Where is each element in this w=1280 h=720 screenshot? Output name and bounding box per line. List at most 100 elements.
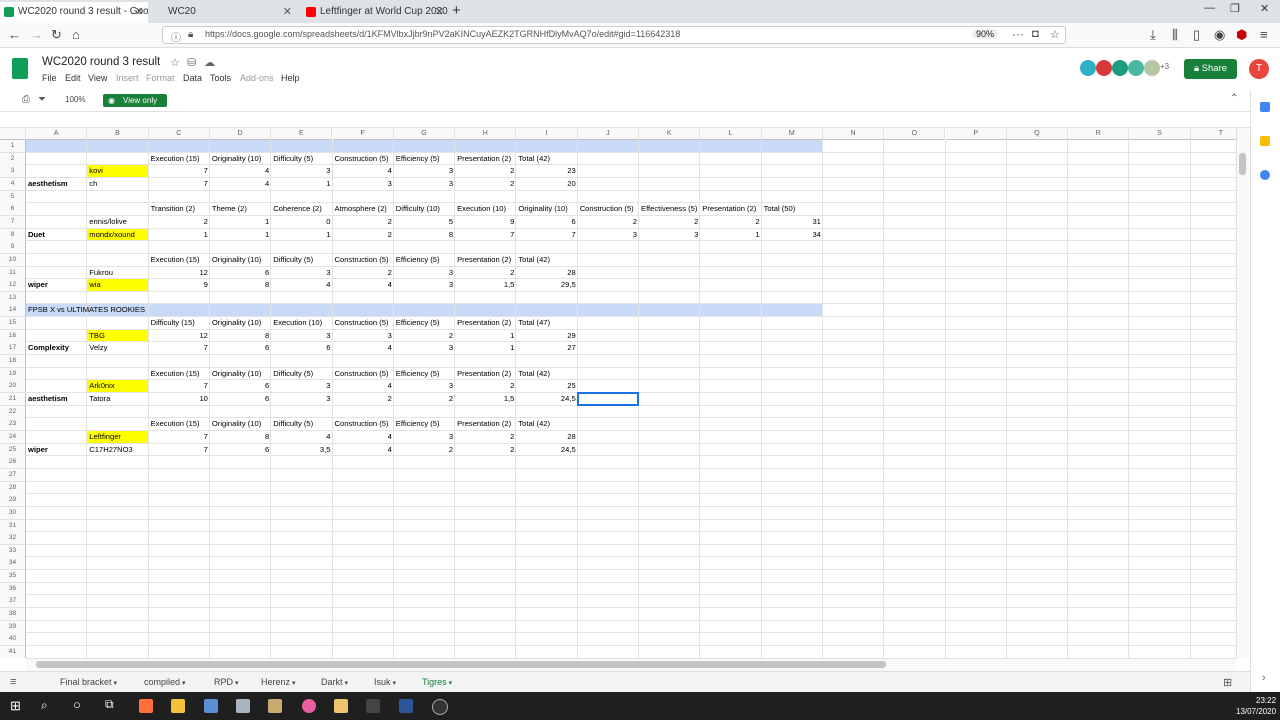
- cell-F12[interactable]: 4: [333, 279, 394, 291]
- cell-E12[interactable]: 4: [271, 279, 332, 291]
- cell-I25[interactable]: 24,5: [516, 444, 577, 456]
- cell-B8[interactable]: mondx/xound: [87, 229, 148, 241]
- row-header[interactable]: 4: [0, 177, 26, 191]
- cell-L6[interactable]: Presentation (2): [700, 203, 761, 215]
- row-header[interactable]: 32: [0, 532, 26, 546]
- sheets-logo-icon[interactable]: [12, 58, 28, 79]
- reload-icon[interactable]: ↻: [51, 27, 62, 43]
- cell-D20[interactable]: 6: [210, 380, 271, 392]
- select-all-corner[interactable]: [0, 128, 26, 140]
- cell-C8[interactable]: 1: [149, 229, 210, 241]
- scroll-thumb[interactable]: [36, 661, 886, 668]
- cell-G23[interactable]: Efficiency (5): [394, 418, 455, 430]
- cell-G12[interactable]: 3: [394, 279, 455, 291]
- row-header[interactable]: 38: [0, 608, 26, 622]
- menu-file[interactable]: File: [42, 73, 57, 83]
- cell-I19[interactable]: Total (42): [516, 368, 577, 380]
- vertical-scrollbar[interactable]: [1236, 128, 1249, 658]
- avatar[interactable]: [1112, 60, 1128, 76]
- cell-F24[interactable]: 4: [333, 431, 394, 443]
- row-header[interactable]: 23: [0, 418, 26, 432]
- cell-J6[interactable]: Construction (5): [578, 203, 639, 215]
- row-header[interactable]: 9: [0, 241, 26, 255]
- cell-G24[interactable]: 3: [394, 431, 455, 443]
- cell-F2[interactable]: Construction (5): [333, 153, 394, 165]
- cell-H17[interactable]: 1: [455, 342, 516, 354]
- zoom-level[interactable]: 90%: [972, 29, 999, 39]
- download-icon[interactable]: ⤓: [1150, 27, 1156, 43]
- row-header[interactable]: 37: [0, 595, 26, 609]
- row-header[interactable]: 10: [0, 253, 26, 267]
- cell-D4[interactable]: 4: [210, 178, 271, 190]
- cell-G10[interactable]: Efficiency (5): [394, 254, 455, 266]
- cell-F17[interactable]: 4: [333, 342, 394, 354]
- print-icon[interactable]: ⎙: [22, 94, 30, 105]
- row-header[interactable]: 39: [0, 620, 26, 634]
- cell-D15[interactable]: Originality (10): [210, 317, 271, 329]
- cell-G19[interactable]: Efficiency (5): [394, 368, 455, 380]
- star-icon[interactable]: ☆: [170, 56, 180, 69]
- cell-H25[interactable]: 2: [455, 444, 516, 456]
- row-header[interactable]: 25: [0, 443, 26, 457]
- row-header[interactable]: 16: [0, 329, 26, 343]
- row-header[interactable]: 28: [0, 481, 26, 495]
- cell-E11[interactable]: 3: [271, 267, 332, 279]
- cell-G17[interactable]: 3: [394, 342, 455, 354]
- cell-K7[interactable]: 2: [639, 216, 700, 228]
- cell-C19[interactable]: Execution (15): [149, 368, 210, 380]
- cell-I20[interactable]: 25: [516, 380, 577, 392]
- pocket-icon[interactable]: ◘: [1032, 28, 1039, 40]
- search-icon[interactable]: ⌕: [41, 698, 48, 713]
- row-header[interactable]: 40: [0, 633, 26, 647]
- row-header[interactable]: 6: [0, 203, 26, 217]
- sheet-tab-isuk[interactable]: Isuk ▾: [374, 677, 396, 687]
- cell-F20[interactable]: 4: [333, 380, 394, 392]
- cell-B4[interactable]: ch: [87, 178, 148, 190]
- collapse-icon[interactable]: ⌃: [1230, 93, 1238, 104]
- dropdown-icon[interactable]: ▾: [112, 680, 117, 687]
- menu-data[interactable]: Data: [183, 73, 202, 83]
- cell-C21[interactable]: 10: [149, 393, 210, 405]
- column-header[interactable]: M: [761, 128, 823, 140]
- cell-G6[interactable]: Difficulty (10): [394, 203, 455, 215]
- cell-M7[interactable]: 31: [762, 216, 823, 228]
- cell-H8[interactable]: 7: [455, 229, 516, 241]
- cell-H2[interactable]: Presentation (2): [455, 153, 516, 165]
- keep-icon[interactable]: [1260, 136, 1270, 146]
- cell-I17[interactable]: 27: [516, 342, 577, 354]
- cell-H15[interactable]: Presentation (2): [455, 317, 516, 329]
- cell-E24[interactable]: 4: [271, 431, 332, 443]
- more-icon[interactable]: ···: [1012, 27, 1024, 41]
- menu-tools[interactable]: Tools: [210, 73, 231, 83]
- row-header[interactable]: 2: [0, 152, 26, 166]
- cell-C11[interactable]: 12: [149, 267, 210, 279]
- cell-C16[interactable]: 12: [149, 330, 210, 342]
- app-icon[interactable]: [366, 699, 380, 713]
- cell-F8[interactable]: 2: [333, 229, 394, 241]
- cell-B25[interactable]: C17H27NO3: [87, 444, 148, 456]
- row-header[interactable]: 22: [0, 405, 26, 419]
- row-header[interactable]: 13: [0, 291, 26, 305]
- row-header[interactable]: 41: [0, 646, 26, 658]
- row-header[interactable]: 12: [0, 279, 26, 293]
- close-icon[interactable]: ✕: [435, 2, 444, 22]
- scroll-thumb[interactable]: [1239, 153, 1246, 175]
- cell-J7[interactable]: 2: [578, 216, 639, 228]
- cell-E16[interactable]: 3: [271, 330, 332, 342]
- cell-H3[interactable]: 2: [455, 165, 516, 177]
- cell-B20[interactable]: Ark0nix: [87, 380, 148, 392]
- cell-I8[interactable]: 7: [516, 229, 577, 241]
- cell-K8[interactable]: 3: [639, 229, 700, 241]
- cell-I16[interactable]: 29: [516, 330, 577, 342]
- sheet-tab-rpd[interactable]: RPD ▾: [214, 677, 238, 687]
- row-header[interactable]: 34: [0, 557, 26, 571]
- cell-B16[interactable]: TBG: [87, 330, 148, 342]
- cell-G21[interactable]: 2: [394, 393, 455, 405]
- cell-C20[interactable]: 7: [149, 380, 210, 392]
- share-button[interactable]: 🔒︎ Share: [1184, 59, 1237, 79]
- chevron-right-icon[interactable]: ›: [1262, 672, 1266, 684]
- cell-C23[interactable]: Execution (15): [149, 418, 210, 430]
- cell-C15[interactable]: Difficulty (15): [149, 317, 210, 329]
- app-icon[interactable]: [302, 699, 316, 713]
- cell-H24[interactable]: 2: [455, 431, 516, 443]
